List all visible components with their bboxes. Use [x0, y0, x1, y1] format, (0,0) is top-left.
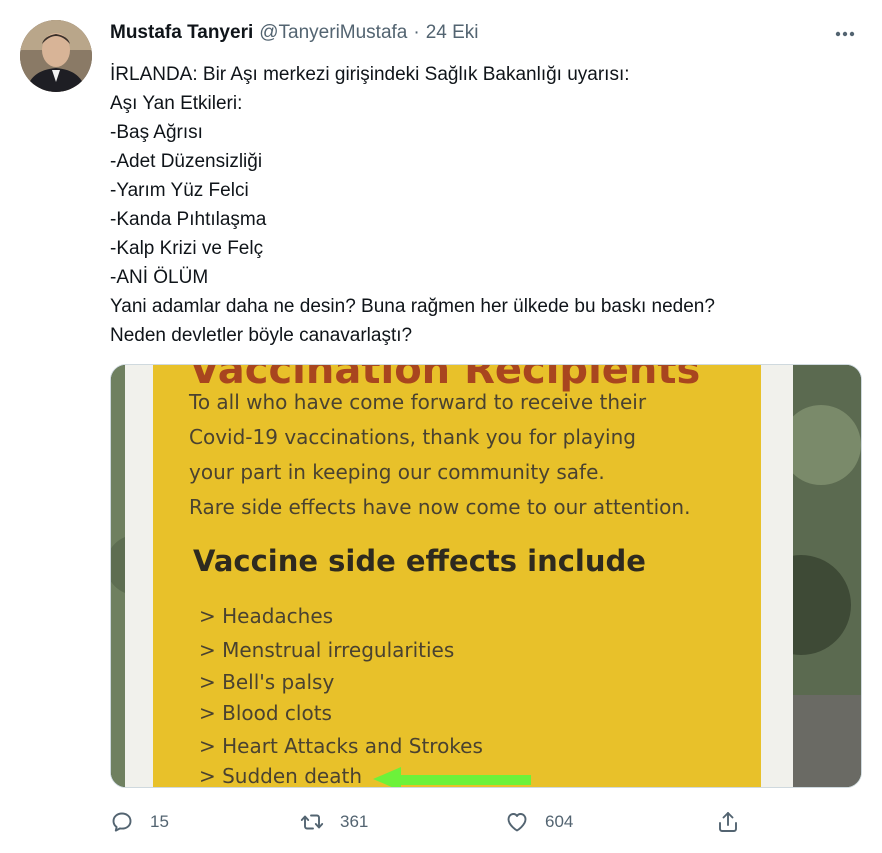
sign-list-item: > Bell's palsy [199, 670, 334, 694]
sign-intro-line: Covid-19 vaccinations, thank you for pla… [189, 425, 636, 449]
tweet-line: Neden devletler böyle canavarlaştı? [110, 325, 413, 346]
sign-intro-line: To all who have come forward to receive … [188, 390, 647, 414]
tweet-date[interactable]: 24 Eki [426, 22, 479, 44]
tweet-line: -Adet Düzensizliği [110, 151, 263, 172]
tweet-text: İRLANDA: Bir Aşı merkezi girişindeki Sağ… [110, 60, 850, 350]
tweet-line: Yani adamlar daha ne desin? Buna rağmen … [110, 296, 715, 317]
tweet-media-image[interactable]: Vaccination Recipients To all who have c… [110, 364, 862, 788]
vaccine-sign-photo: Vaccination Recipients To all who have c… [111, 365, 861, 788]
tweet-header: Mustafa Tanyeri @TanyeriMustafa · 24 Eki [110, 22, 479, 44]
tweet-line: Aşı Yan Etkileri: [110, 93, 243, 114]
sign-intro-line: Rare side effects have now come to our a… [189, 495, 690, 519]
reply-icon [112, 812, 132, 832]
reply-count: 15 [150, 812, 169, 831]
tweet-line: -Kanda Pıhtılaşma [110, 209, 267, 230]
author-name[interactable]: Mustafa Tanyeri [110, 22, 253, 44]
share-button[interactable] [716, 806, 740, 838]
tweet-line: -ANİ ÖLÜM [110, 267, 209, 288]
retweet-count: 361 [340, 812, 369, 831]
reply-button[interactable]: 15 [110, 806, 169, 838]
author-avatar[interactable] [20, 20, 92, 92]
tweet-line: -Baş Ağrısı [110, 122, 203, 143]
heart-icon [507, 813, 527, 832]
sign-list-item: > Heart Attacks and Strokes [199, 734, 483, 758]
header-separator: · [413, 22, 420, 43]
tweet-line: İRLANDA: Bir Aşı merkezi girişindeki Sağ… [110, 64, 630, 85]
retweet-icon [300, 814, 324, 830]
tweet[interactable]: Mustafa Tanyeri @TanyeriMustafa · 24 Eki… [0, 0, 882, 853]
share-icon [719, 812, 737, 832]
retweet-button[interactable]: 361 [300, 806, 368, 838]
sign-list-item: > Blood clots [199, 701, 332, 725]
sign-title: Vaccination Recipients [189, 365, 700, 393]
more-dots-icon [835, 31, 855, 37]
like-count: 604 [545, 812, 574, 831]
tweet-actions: 15 361 604 [110, 806, 750, 838]
tweet-line: -Yarım Yüz Felci [110, 180, 249, 201]
sign-intro-line: your part in keeping our community safe. [189, 460, 605, 484]
avatar-photo-icon [20, 20, 92, 92]
like-button[interactable]: 604 [505, 806, 573, 838]
author-handle[interactable]: @TanyeriMustafa [259, 22, 407, 44]
sign-heading: Vaccine side effects include [193, 544, 646, 578]
sign-list-item: > Sudden death [199, 764, 362, 788]
more-options-button[interactable] [830, 22, 860, 46]
sign-list-item: > Menstrual irregularities [199, 638, 454, 662]
sign-list-item: > Headaches [199, 604, 333, 628]
tweet-line: -Kalp Krizi ve Felç [110, 238, 264, 259]
